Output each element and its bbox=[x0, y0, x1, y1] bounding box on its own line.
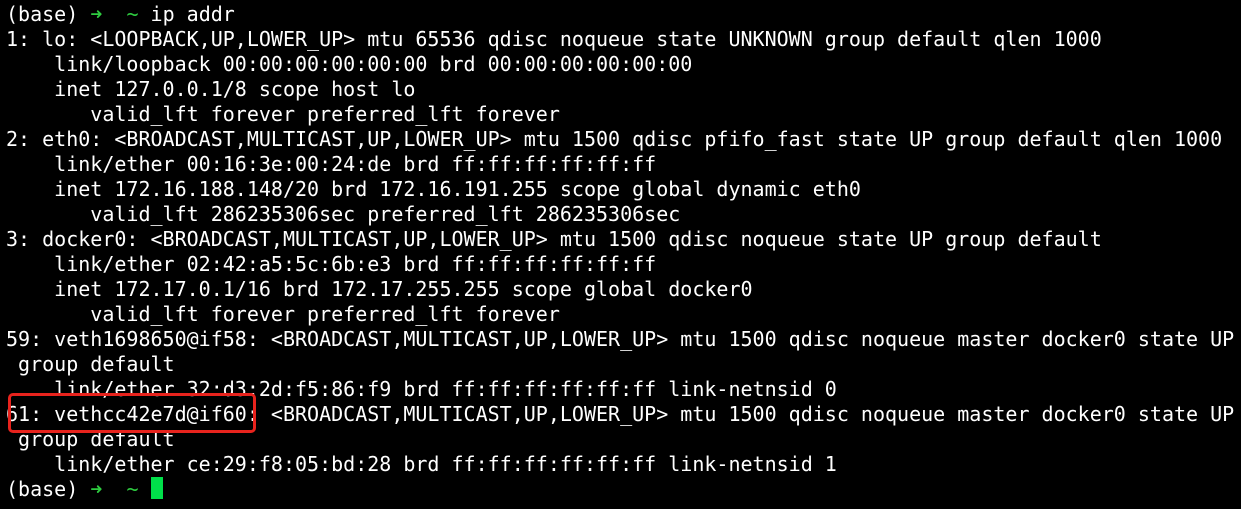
output-line: inet 172.17.0.1/16 brd 172.17.255.255 sc… bbox=[6, 277, 753, 301]
output-line: valid_lft forever preferred_lft forever bbox=[6, 302, 560, 326]
command-prompt-line: (base) ➜ ~ ip addr bbox=[6, 2, 1241, 27]
conda-env-label: (base) bbox=[6, 477, 79, 501]
prompt-arrow-icon: ➜ bbox=[90, 477, 103, 501]
output-line-highlighted-interface: 61: vethcc42e7d@if60: <BROADCAST,MULTICA… bbox=[6, 402, 1235, 426]
prompt-directory: ~ bbox=[126, 2, 139, 26]
command-prompt-line-current[interactable]: (base) ➜ ~ bbox=[6, 477, 1241, 502]
output-line: link/ether 02:42:a5:5c:6b:e3 brd ff:ff:f… bbox=[6, 252, 657, 276]
conda-env-label: (base) bbox=[6, 2, 79, 26]
output-line: 59: veth1698650@if58: <BROADCAST,MULTICA… bbox=[6, 327, 1235, 351]
output-line: link/loopback 00:00:00:00:00:00 brd 00:0… bbox=[6, 52, 693, 76]
output-line: 1: lo: <LOOPBACK,UP,LOWER_UP> mtu 65536 … bbox=[6, 27, 1102, 51]
output-line: inet 172.16.188.148/20 brd 172.16.191.25… bbox=[6, 177, 861, 201]
output-line: 3: docker0: <BROADCAST,MULTICAST,UP,LOWE… bbox=[6, 227, 1102, 251]
prompt-arrow-icon: ➜ bbox=[90, 2, 103, 26]
output-line: link/ether 00:16:3e:00:24:de brd ff:ff:f… bbox=[6, 152, 657, 176]
text-cursor bbox=[150, 477, 163, 499]
output-line: link/ether ce:29:f8:05:bd:28 brd ff:ff:f… bbox=[6, 452, 837, 476]
output-line: group default bbox=[6, 427, 175, 451]
output-line: 2: eth0: <BROADCAST,MULTICAST,UP,LOWER_U… bbox=[6, 127, 1223, 151]
output-line: group default bbox=[6, 352, 175, 376]
entered-command: ip addr bbox=[150, 2, 235, 26]
prompt-directory: ~ bbox=[126, 477, 139, 501]
output-line: inet 127.0.0.1/8 scope host lo bbox=[6, 77, 416, 101]
output-line: valid_lft 286235306sec preferred_lft 286… bbox=[6, 202, 681, 226]
output-line: link/ether 32:d3:2d:f5:86:f9 brd ff:ff:f… bbox=[6, 377, 837, 401]
output-line: valid_lft forever preferred_lft forever bbox=[6, 102, 560, 126]
terminal-window[interactable]: (base) ➜ ~ ip addr 1: lo: <LOOPBACK,UP,L… bbox=[0, 0, 1241, 509]
